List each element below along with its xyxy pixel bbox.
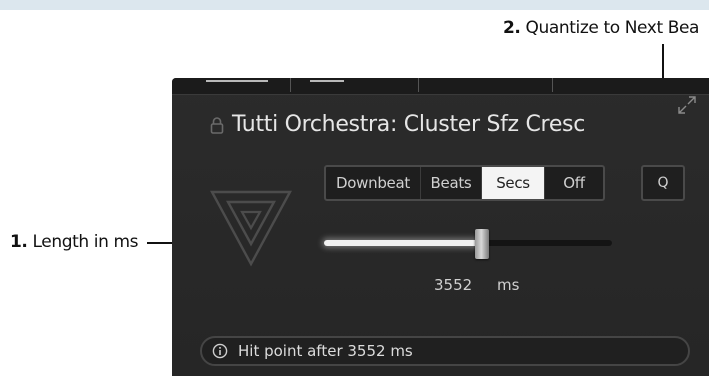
strip-tick [418,78,419,92]
mode-beats-button[interactable]: Beats [421,167,482,199]
instrument-title: Tutti Orchestra: Cluster Sfz Cresc [232,112,586,137]
mode-off-button[interactable]: Off [545,167,603,199]
length-readout-unit: ms [496,276,520,294]
info-text: Hit point after 3552 ms [238,342,413,360]
quantize-button[interactable]: Q [641,165,685,201]
mode-segmented-control: Downbeat Beats Secs Off [324,165,605,201]
callout-length-number: 1. [10,232,28,252]
length-slider-track[interactable] [324,240,612,246]
mode-downbeat-button[interactable]: Downbeat [326,167,421,199]
lock-icon [210,117,224,134]
length-slider-fill [324,240,482,246]
length-slider-handle[interactable] [475,229,489,259]
strip-tick [552,78,553,92]
logo-icon [209,190,293,267]
strip-line [310,80,344,82]
callout-length: 1. Length in ms [10,232,138,252]
expand-icon[interactable] [676,94,698,116]
callout-quantize: 2. Quantize to Next Bea [503,18,699,38]
strip-tick [290,78,291,92]
strip-line [206,80,268,82]
callout-quantize-number: 2. [503,18,521,38]
callout-quantize-text: Quantize to Next Bea [525,18,700,38]
top-bar [0,0,709,10]
mode-secs-button[interactable]: Secs [482,167,545,199]
panel-top-strip [172,78,709,95]
info-bar: Hit point after 3552 ms [200,336,690,366]
length-readout: 3552 ms [434,276,519,294]
length-readout-value: 3552 [434,276,473,294]
info-icon [212,343,228,359]
instrument-panel: Tutti Orchestra: Cluster Sfz Cresc Downb… [172,78,709,376]
callout-length-text: Length in ms [32,232,139,252]
